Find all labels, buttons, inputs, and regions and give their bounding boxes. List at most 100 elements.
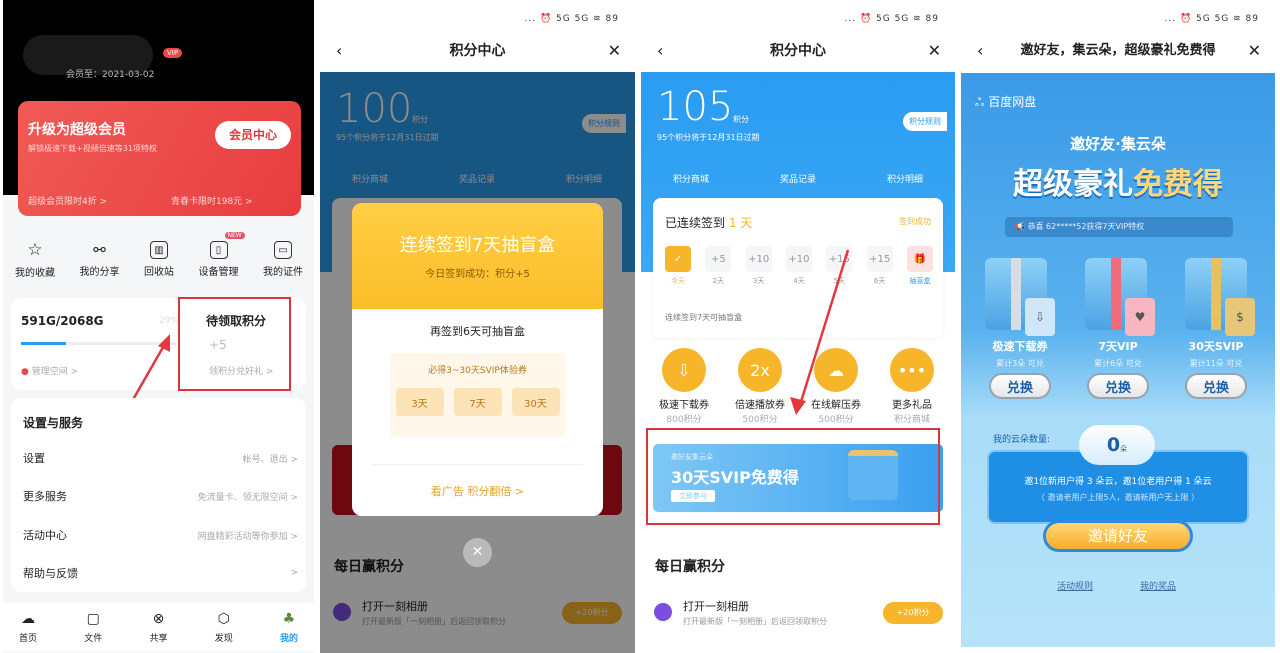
tab-points-detail[interactable]: 积分明细 bbox=[887, 172, 923, 185]
manage-space-link[interactable]: ● 管理空间 > bbox=[21, 364, 78, 377]
close-icon[interactable]: ✕ bbox=[928, 36, 941, 66]
settings-card: 设置与服务 设置 帐号、退出 > 更多服务 免流量卡、领无限空间 > 活动中心 网盘精… bbox=[11, 398, 306, 592]
guarantee-box: 必得3~30天SVIP体验券 3天 7天 30天 bbox=[389, 353, 566, 437]
activity-center-item[interactable]: 活动中心 网盘精彩活动等你参加 > bbox=[23, 527, 298, 543]
day-label: 6天 bbox=[873, 277, 886, 285]
settings-item[interactable]: 设置 帐号、退出 > bbox=[23, 450, 298, 466]
activity-rules-link[interactable]: 活动规则 bbox=[1057, 579, 1093, 592]
nav-files[interactable]: ▢ 文件 bbox=[84, 611, 102, 644]
prize-item: 极速下载券 累计3朵 可兑 兑换 bbox=[975, 338, 1065, 399]
task-title: 打开一刻相册 bbox=[683, 600, 749, 613]
blind-box-icon: 🎁 bbox=[906, 246, 933, 272]
speed-icon: 2x bbox=[738, 348, 782, 392]
star-icon: ☆ bbox=[27, 240, 43, 260]
device-icon: ▯ bbox=[209, 241, 228, 259]
modal-close-button[interactable]: ✕ bbox=[463, 538, 492, 567]
promo-card[interactable]: 升级为超级会员 解锁极速下载+视频倍速等31项特权 会员中心 超级会员限时4折 … bbox=[18, 101, 301, 216]
tab-points-mall[interactable]: 积分商城 bbox=[673, 172, 709, 185]
nav-share[interactable]: ⊗ 共享 bbox=[149, 611, 167, 644]
rules-button[interactable]: 积分规则 bbox=[903, 112, 947, 131]
day-points: +5 bbox=[705, 246, 732, 272]
shortcut-shares[interactable]: ⚯ 我的分享 bbox=[80, 241, 120, 278]
discover-icon: ⬡ bbox=[217, 610, 230, 627]
nav-home[interactable]: ☁ 首页 bbox=[19, 611, 37, 644]
tab-prize-records[interactable]: 奖品记录 bbox=[780, 172, 816, 185]
annotation-arrow bbox=[790, 249, 850, 415]
nav-mine[interactable]: ♣ 我的 bbox=[280, 611, 298, 644]
remaining-days: 再签到6天可抽盲盒 bbox=[430, 325, 525, 338]
back-icon[interactable]: ‹ bbox=[657, 36, 663, 66]
bottom-nav: ☁ 首页 ▢ 文件 ⊗ 共享 ⬡ 发现 ♣ 我的 bbox=[3, 603, 314, 651]
annotation-box bbox=[178, 297, 291, 391]
close-icon[interactable]: ✕ bbox=[608, 36, 621, 66]
daily-points-title: 每日赢积分 bbox=[655, 559, 725, 575]
profile-screen: VIP 会员至：2021-03-02 升级为超级会员 解锁极速下载+视频倍速等3… bbox=[3, 0, 314, 653]
points-center-screen: ... ⏰ 5G 5G ≋ 89 ‹ 积分中心 ✕ 105 积分 95个积分将于12… bbox=[641, 0, 955, 653]
prize-item: 7天VIP 累计6朵 可兑 兑换 bbox=[1073, 338, 1163, 399]
task-desc: 打开最新版「一刻相册」后返回领取积分 bbox=[683, 617, 827, 626]
status-bar: ... ⏰ 5G 5G ≋ 89 bbox=[524, 14, 619, 24]
id-card-icon: ▭ bbox=[274, 241, 292, 259]
invite-friends-screen: ... ⏰ 5G 5G ≋ 89 ‹ 邀好友，集云朵，超级豪礼免费得 ✕ ஃ 百度网… bbox=[961, 0, 1275, 653]
checkin-day: 🎁 抽盲盒 bbox=[906, 246, 933, 286]
nav-discover[interactable]: ⬡ 发现 bbox=[215, 611, 233, 644]
shortcut-favorites[interactable]: ☆ 我的收藏 bbox=[15, 240, 55, 279]
day-label: 2天 bbox=[712, 277, 725, 285]
header: ‹ 积分中心 ✕ bbox=[320, 36, 635, 66]
shortcut-recycle[interactable]: ▥ 回收站 bbox=[144, 241, 174, 278]
member-until: 会员至：2021-03-02 bbox=[66, 70, 155, 80]
ticket-3-days: 3天 bbox=[395, 388, 444, 416]
day-points: +10 bbox=[745, 246, 772, 272]
redeem-button[interactable]: 兑换 bbox=[1185, 373, 1247, 399]
vip-gift-icon: ♥ bbox=[1085, 258, 1155, 336]
winner-ticker: 📢 恭喜 62*****52获得7天VIP特权 bbox=[1005, 217, 1233, 237]
close-icon[interactable]: ✕ bbox=[1248, 36, 1261, 66]
checkin-day: +5 2天 bbox=[705, 246, 732, 286]
reward-item[interactable]: ⇩ 极速下载券 800积分 bbox=[649, 348, 719, 425]
svip-gift-icon: $ bbox=[1185, 258, 1255, 336]
cloud-icon: ☁ bbox=[21, 610, 35, 627]
reward-item[interactable]: ••• 更多礼品 积分商城 bbox=[877, 348, 947, 425]
header: ‹ 积分中心 ✕ bbox=[641, 36, 955, 66]
points-tabs: 积分商城 奖品记录 积分明细 bbox=[673, 172, 923, 185]
promo-title: 升级为超级会员 bbox=[28, 122, 126, 138]
storage-used: 591G/2068G bbox=[21, 314, 104, 328]
watch-ad-link[interactable]: 看广告 积分翻倍 > bbox=[372, 464, 583, 499]
promo-link-super[interactable]: 超级会员限时4折 > bbox=[28, 194, 107, 207]
shortcut-devices[interactable]: NEW ▯ 设备管理 bbox=[199, 232, 245, 278]
reward-item[interactable]: 2x 倍速播放券 500积分 bbox=[725, 348, 795, 425]
member-center-button[interactable]: 会员中心 bbox=[215, 121, 291, 149]
prize-list: 极速下载券 累计3朵 可兑 兑换 7天VIP 累计6朵 可兑 兑换 30天SVIP 累计1… bbox=[975, 338, 1261, 399]
campaign-heading: 邀好友·集云朵 bbox=[1070, 135, 1166, 153]
promo-link-youth[interactable]: 青春卡限时198元 > bbox=[171, 194, 253, 207]
checkin-status: 签到成功 bbox=[899, 217, 931, 226]
new-badge: NEW bbox=[224, 232, 245, 239]
my-prizes-link[interactable]: 我的奖品 bbox=[1140, 579, 1176, 592]
modal-title: 连续签到7天抽盲盒 bbox=[399, 235, 556, 256]
redeem-button[interactable]: 兑换 bbox=[989, 373, 1051, 399]
status-bar: ... ⏰ 5G 5G ≋ 89 bbox=[1164, 14, 1259, 24]
shortcut-id-cards[interactable]: ▭ 我的证件 bbox=[263, 241, 303, 278]
check-icon: ✓ bbox=[665, 246, 691, 272]
prize-item: 30天SVIP 累计11朵 可兑 兑换 bbox=[1171, 338, 1261, 399]
storage-percent: 29% bbox=[159, 316, 180, 326]
prize-gifts: ⇩ ♥ $ bbox=[985, 258, 1255, 336]
header: ‹ 邀好友，集云朵，超级豪礼免费得 ✕ bbox=[961, 36, 1275, 66]
more-services-item[interactable]: 更多服务 免流量卡、领无限空间 > bbox=[23, 488, 298, 504]
download-icon: ⇩ bbox=[662, 348, 706, 392]
trash-icon: ▥ bbox=[150, 241, 168, 259]
vip-badge: VIP bbox=[163, 48, 183, 58]
help-feedback-item[interactable]: 帮助与反馈 > bbox=[23, 565, 298, 581]
share-circle-icon: ⊗ bbox=[152, 610, 165, 627]
settings-title: 设置与服务 bbox=[23, 416, 84, 430]
redeem-button[interactable]: 兑换 bbox=[1087, 373, 1149, 399]
checkin-modal: 连续签到7天抽盲盒 今日签到成功：积分+5 再签到6天可抽盲盒 必得3~30天S… bbox=[352, 203, 603, 516]
invite-friends-button[interactable]: 邀请好友 bbox=[1043, 520, 1193, 552]
folder-icon: ▢ bbox=[86, 610, 100, 627]
day-label: 3天 bbox=[752, 277, 765, 285]
checkin-day: +10 3天 bbox=[745, 246, 772, 286]
back-icon[interactable]: ‹ bbox=[977, 36, 983, 66]
back-icon[interactable]: ‹ bbox=[336, 36, 342, 66]
annotation-box bbox=[646, 428, 940, 525]
task-reward-button[interactable]: +20积分 bbox=[883, 602, 943, 624]
